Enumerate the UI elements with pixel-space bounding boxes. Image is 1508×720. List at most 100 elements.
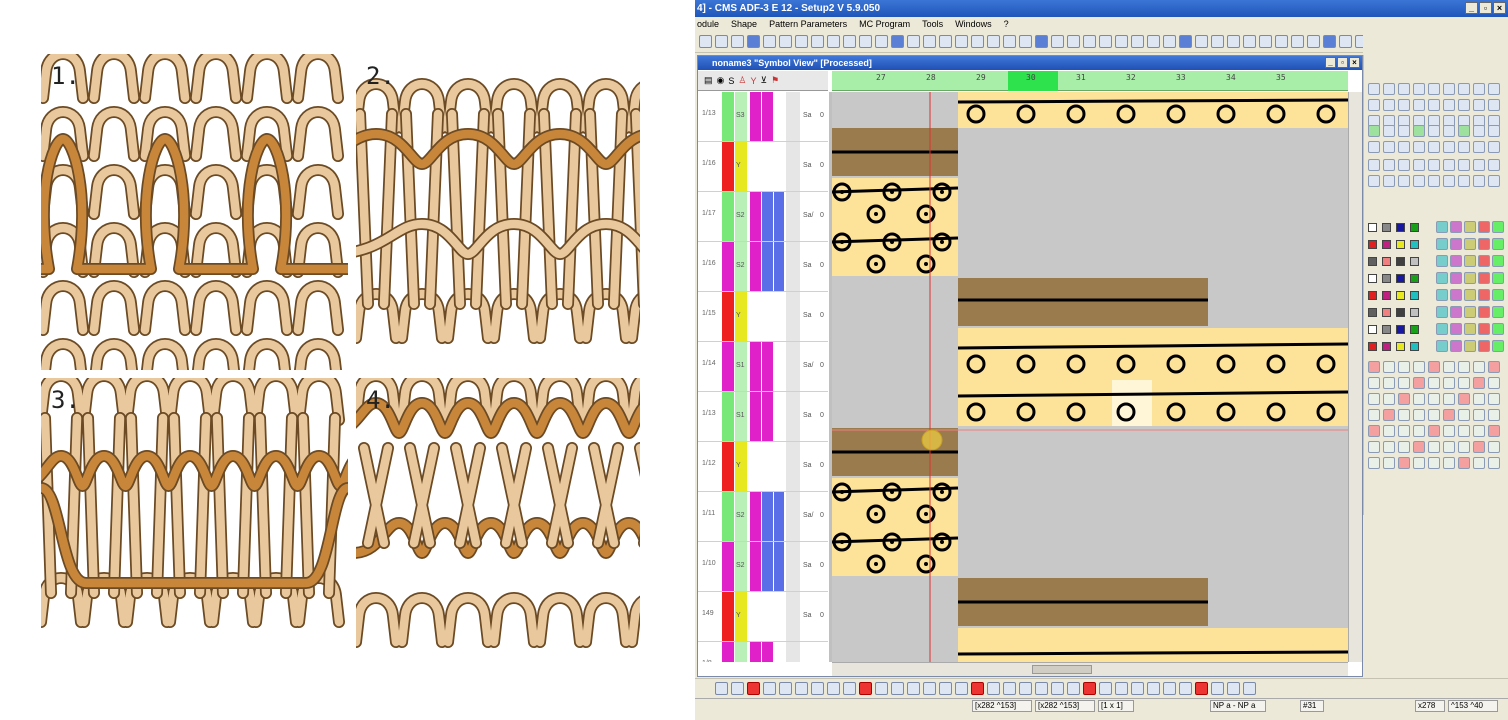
stitch-symbol-icon[interactable] — [1383, 441, 1395, 453]
toolbar-tool-icon[interactable] — [715, 35, 728, 48]
table-row[interactable]: 1/12 Y Sa 0 — [698, 442, 828, 492]
toolbar-tool-icon[interactable] — [923, 35, 936, 48]
stitch-symbol-icon[interactable] — [1473, 425, 1485, 437]
stitch-symbol-icon[interactable] — [1488, 457, 1500, 469]
table-row[interactable]: 1/16 Y Sa 0 — [698, 142, 828, 192]
table-row[interactable]: 1/13 S3 Sa 0 — [698, 92, 828, 142]
color-swatch[interactable] — [1382, 325, 1391, 334]
tool-icon[interactable] — [1458, 141, 1470, 153]
stitch-symbol-icon[interactable] — [1473, 361, 1485, 373]
bottom-tool-icon[interactable] — [923, 682, 936, 695]
bottom-tool-icon[interactable] — [1195, 682, 1208, 695]
yarn-carrier-icon[interactable] — [1464, 323, 1476, 335]
yarn-carrier-icon[interactable] — [1464, 238, 1476, 250]
table-row[interactable]: 1/14 S1 Sa/0 — [698, 342, 828, 392]
yarn-carrier-icon[interactable] — [1478, 323, 1490, 335]
yarn-carrier-icon[interactable] — [1492, 340, 1504, 352]
yarn-carrier-icon[interactable] — [1478, 306, 1490, 318]
bottom-tool-icon[interactable] — [1211, 682, 1224, 695]
color-swatch[interactable] — [1368, 291, 1377, 300]
bottom-tool-icon[interactable] — [1099, 682, 1112, 695]
yarn-carrier-icon[interactable] — [1436, 221, 1448, 233]
row-system-cell[interactable]: S1 — [735, 342, 747, 391]
row-system-cell[interactable]: S1 — [735, 392, 747, 441]
toolbar-tool-icon[interactable] — [1067, 35, 1080, 48]
tool-icon[interactable] — [1473, 175, 1485, 187]
tool-icon[interactable] — [1368, 83, 1380, 95]
color-swatch[interactable] — [1396, 257, 1405, 266]
tool-icon[interactable] — [1368, 175, 1380, 187]
menu-mc-program[interactable]: MC Program — [859, 17, 910, 31]
yarn-carrier-icon[interactable] — [1450, 289, 1462, 301]
color-swatch[interactable] — [1410, 325, 1419, 334]
stitch-symbol-icon[interactable] — [1413, 441, 1425, 453]
stitch-symbol-icon[interactable] — [1428, 377, 1440, 389]
stitch-symbol-icon[interactable] — [1413, 377, 1425, 389]
yarn-carrier-icon[interactable] — [1478, 238, 1490, 250]
stitch-symbol-icon[interactable] — [1473, 409, 1485, 421]
row-guide-cell[interactable] — [762, 492, 773, 541]
tool-icon[interactable] — [1398, 99, 1410, 111]
toolbar-tool-icon[interactable] — [1179, 35, 1192, 48]
table-row[interactable]: 1/11 S2 Sa/0 — [698, 492, 828, 542]
tool-icon[interactable] — [1383, 83, 1395, 95]
yarn-carrier-icon[interactable] — [1450, 255, 1462, 267]
stitch-symbol-icon[interactable] — [1488, 409, 1500, 421]
stitch-symbol-icon[interactable] — [1458, 425, 1470, 437]
bottom-tool-icon[interactable] — [1163, 682, 1176, 695]
stitch-symbol-icon[interactable] — [1413, 425, 1425, 437]
color-swatch[interactable] — [1410, 257, 1419, 266]
yarn-icon[interactable]: Y — [750, 76, 756, 86]
stitch-symbol-icon[interactable] — [1473, 377, 1485, 389]
stitch-symbol-icon[interactable] — [1458, 457, 1470, 469]
tool-icon[interactable] — [1398, 175, 1410, 187]
color-swatch[interactable] — [1396, 240, 1405, 249]
color-swatch[interactable] — [1410, 240, 1419, 249]
stitch-symbol-icon[interactable] — [1488, 393, 1500, 405]
bottom-tool-icon[interactable] — [1019, 682, 1032, 695]
tool-icon[interactable] — [1398, 83, 1410, 95]
figure-icon[interactable]: ♙ — [738, 75, 746, 86]
color-swatch[interactable] — [1368, 342, 1377, 351]
row-select-cell[interactable] — [750, 392, 761, 441]
table-row[interactable]: 149 Y Sa 0 — [698, 592, 828, 642]
yarn-carrier-icon[interactable] — [1464, 255, 1476, 267]
stitch-symbol-icon[interactable] — [1428, 393, 1440, 405]
doc-minimize-button[interactable]: _ — [1325, 57, 1336, 68]
row-select-cell[interactable] — [750, 542, 761, 591]
yarn-carrier-icon[interactable] — [1492, 323, 1504, 335]
toolbar-tool-icon[interactable] — [699, 35, 712, 48]
bottom-tool-icon[interactable] — [891, 682, 904, 695]
row-color-cell[interactable] — [722, 192, 734, 241]
yarn-carrier-icon[interactable] — [1492, 306, 1504, 318]
bottom-tool-icon[interactable] — [1003, 682, 1016, 695]
tool-icon[interactable] — [1383, 125, 1395, 137]
toolbar-tool-icon[interactable] — [987, 35, 1000, 48]
stitch-symbol-icon[interactable] — [1428, 425, 1440, 437]
yarn-carrier-icon[interactable] — [1436, 340, 1448, 352]
row-color-cell[interactable] — [722, 242, 734, 291]
color-swatch[interactable] — [1410, 308, 1419, 317]
menu-shape[interactable]: Shape — [731, 17, 757, 31]
stitch-symbol-icon[interactable] — [1458, 377, 1470, 389]
row-guide-cell[interactable] — [762, 642, 773, 662]
yarn-carrier-icon[interactable] — [1478, 221, 1490, 233]
yarn-carrier-icon[interactable] — [1478, 255, 1490, 267]
tool-icon[interactable] — [1443, 141, 1455, 153]
toolbar-tool-icon[interactable] — [1019, 35, 1032, 48]
color-swatch[interactable] — [1368, 257, 1377, 266]
toolbar-tool-icon[interactable] — [1051, 35, 1064, 48]
tool-icon[interactable] — [1398, 141, 1410, 153]
bottom-tool-icon[interactable] — [939, 682, 952, 695]
color-swatch[interactable] — [1368, 325, 1377, 334]
stitch-symbol-icon[interactable] — [1398, 409, 1410, 421]
row-guide-cell[interactable] — [774, 492, 784, 541]
yarn-carrier-icon[interactable] — [1450, 272, 1462, 284]
toolbar-tool-icon[interactable] — [1339, 35, 1352, 48]
tool-icon[interactable] — [1413, 83, 1425, 95]
bottom-tool-icon[interactable] — [715, 682, 728, 695]
stitch-symbol-icon[interactable] — [1443, 377, 1455, 389]
yarn-carrier-icon[interactable] — [1464, 340, 1476, 352]
stitch-symbol-icon[interactable] — [1368, 441, 1380, 453]
row-select-cell[interactable] — [750, 642, 761, 662]
